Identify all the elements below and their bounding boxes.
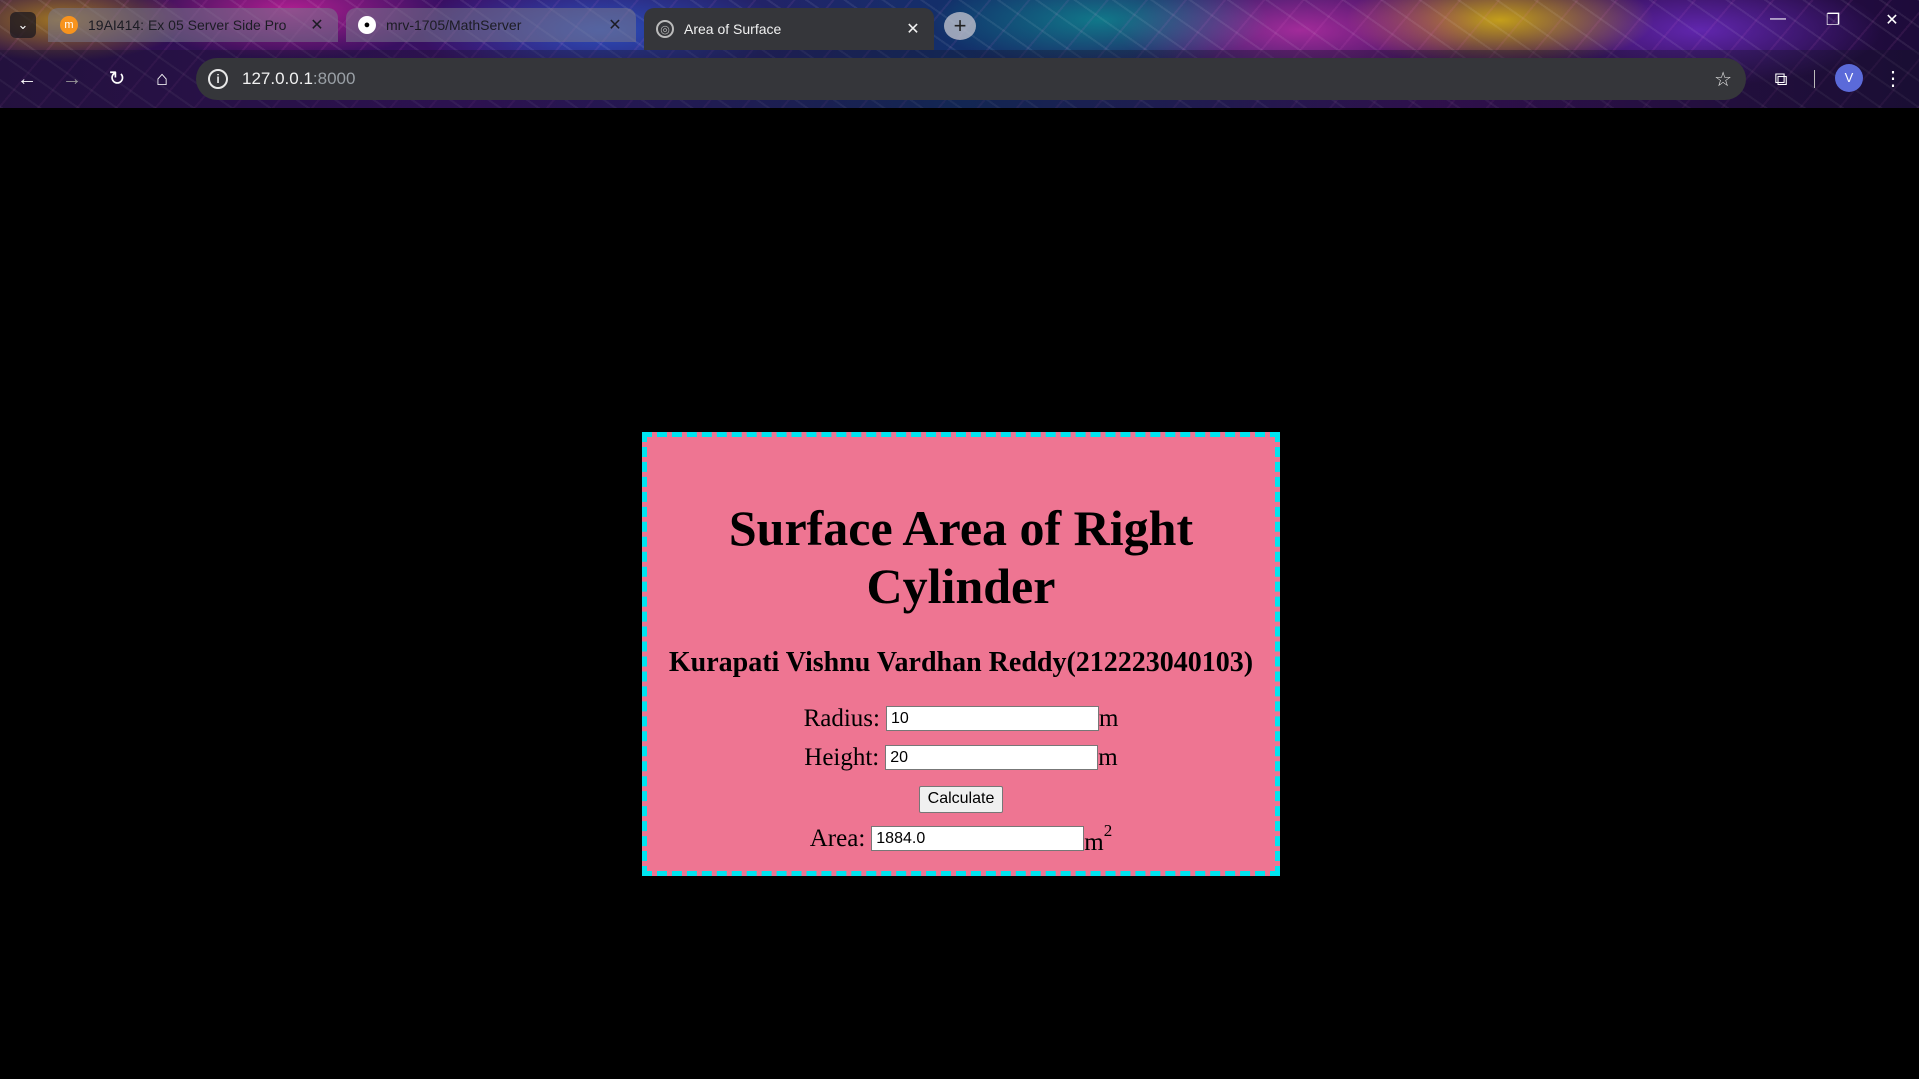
area-unit-base: m	[1084, 828, 1104, 856]
radius-unit: m	[1098, 704, 1119, 732]
new-tab-button[interactable]: +	[944, 12, 976, 40]
area-row: Area: m2	[647, 819, 1275, 858]
height-row: Height: m	[647, 738, 1275, 777]
reload-icon[interactable]: ↻	[104, 66, 130, 92]
address-bar[interactable]: i 127.0.0.1:8000 ☆	[196, 58, 1746, 100]
tab-strip: ⌄ m 19AI414: Ex 05 Server Side Pro ✕ ● m…	[0, 0, 1919, 50]
back-arrow-icon[interactable]: ←	[14, 66, 40, 92]
radius-row: Radius: m	[647, 699, 1275, 738]
url-host: 127.0.0.1	[242, 69, 313, 88]
page-content: Surface Area of Right Cylinder Kurapati …	[0, 108, 1919, 1079]
tab-area-of-surface[interactable]: ◎ Area of Surface ✕	[644, 8, 934, 50]
radius-input[interactable]	[885, 706, 1099, 731]
area-output[interactable]	[871, 826, 1085, 851]
tab-title: mrv-1705/MathServer	[386, 17, 522, 33]
author-name: Kurapati Vishnu Vardhan Reddy(2122230401…	[668, 647, 1254, 678]
close-icon[interactable]: ✕	[606, 15, 624, 35]
minimize-icon[interactable]: —	[1763, 10, 1793, 28]
menu-kebab-icon[interactable]: ⋮	[1880, 66, 1906, 92]
toolbar: ← → ↻ ⌂ i 127.0.0.1:8000 ☆ ⧉ V ⋮	[0, 50, 1919, 108]
calculator-card: Surface Area of Right Cylinder Kurapati …	[642, 432, 1280, 876]
tab-title: 19AI414: Ex 05 Server Side Pro	[88, 17, 287, 33]
page-title: Surface Area of Right Cylinder	[647, 499, 1275, 615]
github-icon: ●	[358, 16, 376, 34]
close-window-icon[interactable]: ✕	[1877, 10, 1907, 30]
home-icon[interactable]: ⌂	[149, 66, 175, 92]
tab-search-chevron-icon[interactable]: ⌄	[10, 12, 36, 38]
height-input[interactable]	[885, 745, 1099, 770]
close-icon[interactable]: ✕	[904, 19, 922, 39]
radius-label: Radius:	[803, 704, 880, 732]
tab-title: Area of Surface	[684, 21, 782, 37]
tab-github[interactable]: ● mrv-1705/MathServer ✕	[346, 8, 636, 42]
close-icon[interactable]: ✕	[308, 15, 326, 35]
area-label: Area:	[809, 824, 866, 852]
globe-icon: ◎	[656, 20, 674, 38]
tab-moodle[interactable]: m 19AI414: Ex 05 Server Side Pro ✕	[48, 8, 338, 42]
area-unit: m2	[1084, 821, 1112, 857]
browser-chrome: ⌄ m 19AI414: Ex 05 Server Side Pro ✕ ● m…	[0, 0, 1919, 108]
bookmark-star-icon[interactable]: ☆	[1714, 67, 1732, 92]
height-unit: m	[1098, 743, 1118, 771]
toolbar-divider	[1814, 70, 1815, 88]
title-line-1: Surface Area of Right	[728, 500, 1194, 556]
url-port: :8000	[312, 69, 356, 88]
moodle-icon: m	[60, 16, 78, 34]
title-line-2: Cylinder	[866, 558, 1056, 614]
calculate-button[interactable]: Calculate	[918, 785, 1004, 813]
area-unit-exponent: 2	[1103, 820, 1113, 840]
height-label: Height:	[804, 743, 880, 771]
profile-avatar[interactable]: V	[1835, 64, 1863, 92]
restore-icon[interactable]: ❐	[1818, 10, 1848, 30]
site-info-icon[interactable]: i	[208, 69, 228, 89]
extensions-icon[interactable]: ⧉	[1768, 66, 1794, 92]
forward-arrow-icon[interactable]: →	[59, 66, 85, 92]
calculate-row: Calculate	[647, 779, 1275, 819]
